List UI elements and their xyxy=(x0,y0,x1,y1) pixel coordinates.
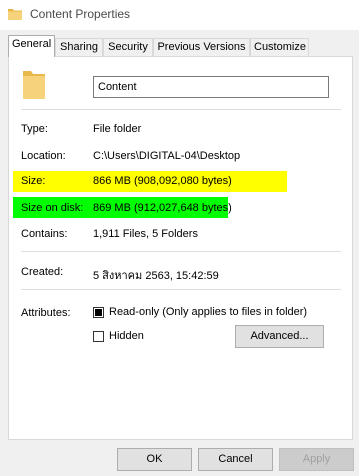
tab-general[interactable]: General xyxy=(8,35,55,57)
size-on-disk-label: Size on disk: xyxy=(21,202,84,214)
ok-button[interactable]: OK xyxy=(117,448,192,471)
contains-value: 1,911 Files, 5 Folders xyxy=(93,228,198,240)
readonly-label[interactable]: Read-only (Only applies to files in fold… xyxy=(109,306,307,318)
title-bar: Content Properties xyxy=(0,0,359,30)
separator xyxy=(21,251,341,252)
window-title: Content Properties xyxy=(30,7,131,21)
tab-customize[interactable]: Customize xyxy=(250,38,309,56)
type-value: File folder xyxy=(93,123,142,135)
separator xyxy=(21,289,341,290)
general-panel: Type: File folder Location: C:\Users\DIG… xyxy=(8,56,353,440)
cancel-button[interactable]: Cancel xyxy=(198,448,273,471)
size-on-disk-value: 869 MB (912,027,648 bytes) xyxy=(93,202,232,214)
readonly-checkbox[interactable] xyxy=(93,307,104,318)
type-label: Type: xyxy=(21,123,48,135)
location-label: Location: xyxy=(21,150,66,162)
tab-sharing[interactable]: Sharing xyxy=(55,38,103,56)
attributes-label: Attributes: xyxy=(21,307,71,319)
created-value: 5 สิงหาคม 2563, 15:42:59 xyxy=(93,270,219,282)
folder-icon xyxy=(23,71,45,99)
created-label: Created: xyxy=(21,266,64,278)
contains-label: Contains: xyxy=(21,228,68,240)
advanced-button[interactable]: Advanced... xyxy=(235,325,324,348)
location-value: C:\Users\DIGITAL-04\Desktop xyxy=(93,150,241,162)
separator xyxy=(21,109,341,110)
folder-icon xyxy=(8,9,22,20)
apply-button[interactable]: Apply xyxy=(279,448,354,471)
hidden-checkbox[interactable] xyxy=(93,331,104,342)
size-label: Size: xyxy=(21,175,46,187)
tab-previous-versions[interactable]: Previous Versions xyxy=(153,38,250,56)
hidden-label[interactable]: Hidden xyxy=(109,330,144,342)
size-value: 866 MB (908,092,080 bytes) xyxy=(93,175,232,187)
folder-name-input[interactable] xyxy=(93,76,329,98)
tab-security[interactable]: Security xyxy=(103,38,153,56)
